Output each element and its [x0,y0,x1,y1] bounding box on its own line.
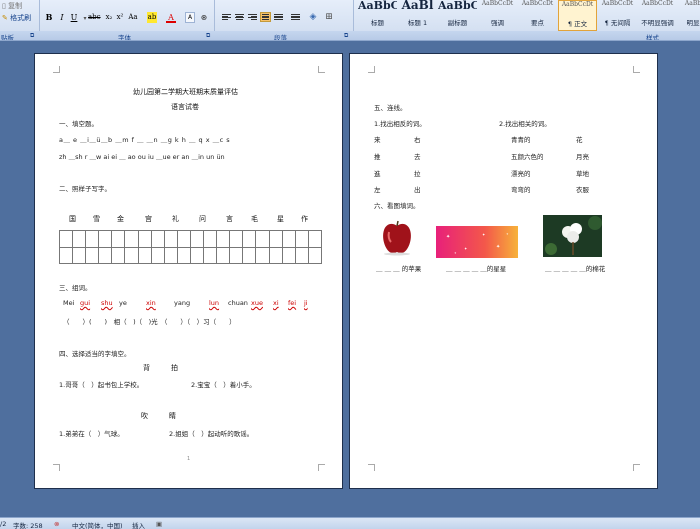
section-heading: 三、组词。 [59,284,92,292]
distributed-icon[interactable] [273,12,284,22]
font-color-button[interactable]: A [166,12,176,23]
shading-icon[interactable]: ◈ [308,12,318,23]
crop-mark [368,464,375,471]
copy-icon: ▯ [2,2,6,10]
superscript-button[interactable]: x² [115,12,125,23]
align-right-icon[interactable] [247,12,258,22]
crop-mark [633,464,640,471]
stars-image: ✦ ✦ ✦ ✦ ✦ ✦ [436,226,518,258]
fill-row: a＿ e ＿i＿ü＿b ＿m f ＿ ＿n ＿g k h ＿ q x ＿c s [59,136,231,144]
change-case-button[interactable]: Aa [128,12,138,23]
macro-record-icon[interactable]: ▣ [156,520,162,528]
crop-mark [53,66,60,73]
subscript-button[interactable]: x₂ [104,12,114,23]
style-normal[interactable]: AaBbCcDt ¶ 正文 [558,0,597,31]
word-count[interactable]: 字数: 258 [13,520,43,529]
question: 1.哥哥（ ）起书包上学校。 [59,381,144,389]
picture-caption: ＿ ＿ ＿ ＿ ＿的星星 [446,265,507,273]
question: 1.弟弟在（ ）气球。 [59,430,124,438]
word-blanks-row: （ ）( ) 相（ )（ )光 （ ）（ ）习（ ） [63,318,236,326]
enclose-char-icon[interactable]: ⊛ [199,12,209,23]
section-heading: 五、连线。 [374,104,407,112]
copy-button[interactable]: ▯ 复制 [2,1,22,11]
section-heading: 一、填空题。 [59,120,98,128]
dialog-launcher-icon[interactable]: ⧉ [30,32,34,40]
question: 2.宝宝（ ）着小手。 [191,381,256,389]
apple-image [383,220,411,256]
borders-icon[interactable]: ⊞ [324,12,334,23]
line-spacing-icon[interactable] [290,12,301,22]
highlight-button[interactable]: ab [147,12,157,23]
format-painter-button[interactable]: ✎ 格式刷 [2,13,31,23]
dialog-launcher-icon[interactable]: ⧉ [206,32,210,40]
svg-text:✦: ✦ [446,234,450,240]
strikethrough-button[interactable]: abc [88,12,101,23]
svg-text:✦: ✦ [496,244,500,250]
cotton-image [543,215,602,257]
page-subtitle: 语言试卷 [171,103,199,111]
char-border-button[interactable]: A [185,12,196,23]
style-emphasis[interactable]: AaBbCcDt 强调 [478,0,517,31]
style-strong[interactable]: AaBbCcDt 要点 [518,0,557,31]
crop-mark [53,464,60,471]
page-count[interactable]: /2 [0,520,6,528]
status-bar: /2 字数: 258 ⊗ 中文(简体，中国) 插入 ▣ [0,517,700,529]
ribbon: ▯ 复制 ✎ 格式刷 B I U ▾ abc x₂ x² Aa ab A A ⊛… [0,0,700,41]
align-left-icon[interactable] [221,12,232,22]
crop-mark [368,66,375,73]
char-pair: 吹 睛 [141,412,176,420]
style-subtitle[interactable]: AaBbC 副标题 [438,0,477,31]
justify-icon[interactable] [260,12,271,22]
italic-button[interactable]: I [57,12,67,23]
picture-caption: ＿ ＿ ＿ ＿ ＿的棉花 [545,265,606,273]
question: 2.姐姐（ ）起动听的歌谣。 [169,430,254,438]
page-number: 1 [187,456,191,462]
style-heading-1[interactable]: AaBl 标题 1 [398,0,437,31]
format-painter-icon: ✎ [2,14,8,22]
document-page-2[interactable]: 五、连线。 1.找出相反的词。 2.找出相关的词。 来 右 推 去 進 拉 左 … [349,53,658,489]
style-title[interactable]: AaBbC 标题 [358,0,397,31]
proofing-icon[interactable]: ⊗ [54,520,59,528]
language-indicator[interactable]: 中文(简体，中国) [72,520,123,529]
style-no-spacing[interactable]: AaBbCcDt ¶ 无间隔 [598,0,637,31]
insert-mode[interactable]: 插入 [132,520,145,529]
document-page-1[interactable]: 幼儿园第二学期大班期末质量评估 语言试卷 一、填空题。 a＿ e ＿i＿ü＿b … [34,53,343,489]
fill-row: zh ＿sh r ＿w ai ei ＿ ao ou iu ＿ue er an ＿… [59,153,225,161]
underline-button[interactable]: U [69,12,79,23]
page-title: 幼儿园第二学期大班期末质量评估 [133,88,238,96]
align-center-icon[interactable] [234,12,245,22]
ribbon-group-labels: 贴板 ⧉ 字体 ⧉ 段落 ⧉ 样式 [0,31,700,40]
style-subtle-emphasis[interactable]: AaBbCcDt 不明显强调 [638,0,677,31]
writing-grid[interactable] [58,230,323,264]
section-heading: 六、看图填词。 [374,202,420,210]
crop-mark [318,66,325,73]
picture-caption: ＿ ＿ ＿ 的苹果 [376,265,422,273]
char-pair: 背 拍 [143,364,178,372]
dialog-launcher-icon[interactable]: ⧉ [344,32,348,40]
crop-mark [318,464,325,471]
bold-button[interactable]: B [44,12,54,23]
style-intense[interactable]: AaBb 明显 [678,0,700,31]
section-heading: 四、选择适当的字填空。 [59,350,131,358]
crop-mark [633,66,640,73]
sub-heading: 2.找出相关的词。 [499,120,551,128]
section-heading: 二、照样子写字。 [59,185,111,193]
sub-heading: 1.找出相反的词。 [374,120,426,128]
